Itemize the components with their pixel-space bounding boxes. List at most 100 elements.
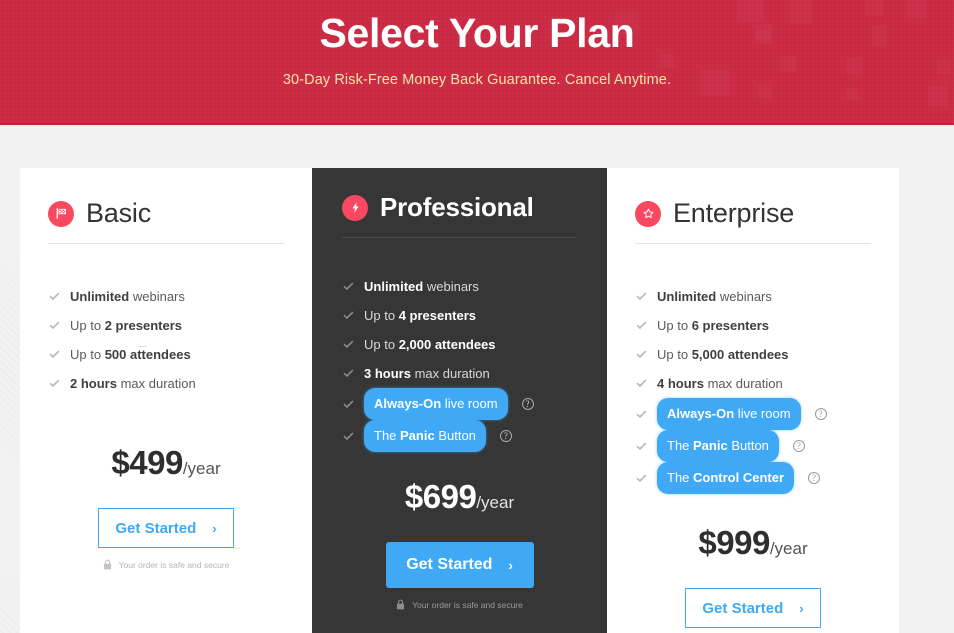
feature-item: The Panic Button?	[635, 430, 871, 462]
plan-name: Enterprise	[673, 198, 795, 228]
feature-highlight-pill[interactable]: Always-On live room	[657, 398, 801, 430]
feature-text: Unlimited webinars	[657, 282, 772, 311]
check-icon	[343, 282, 354, 291]
check-icon	[49, 292, 60, 301]
feature-text: Unlimited webinars	[364, 272, 479, 301]
secure-note-professional: Your order is safe and secure	[342, 599, 577, 610]
render-artifact	[137, 346, 147, 347]
plan-name: Professional	[380, 192, 534, 222]
price-block-professional: $699/year	[342, 478, 577, 516]
header-shadow	[0, 123, 954, 127]
get-started-button-professional[interactable]: Get Started ›	[385, 542, 534, 588]
chevron-right-icon: ›	[212, 520, 217, 536]
feature-lead: The	[667, 470, 694, 485]
feature-item: Up to 6 presenters	[635, 311, 871, 340]
plan-name: Basic	[86, 198, 152, 228]
check-icon	[636, 441, 647, 450]
feature-item: Always-On live room?	[635, 398, 871, 430]
feature-lead: Up to	[364, 337, 399, 352]
get-started-button-basic[interactable]: Get Started ›	[98, 508, 234, 548]
check-icon	[343, 311, 354, 320]
feature-emphasis: Panic	[693, 438, 728, 453]
check-icon	[343, 340, 354, 349]
feature-text: Up to 2 presenters	[70, 311, 182, 340]
plan-header-enterprise: Enterprise	[635, 198, 871, 229]
secure-text: Your order is safe and secure	[118, 559, 230, 570]
feature-item: Up to 2,000 attendees	[342, 330, 577, 359]
get-started-button-enterprise[interactable]: Get Started ›	[685, 588, 821, 628]
help-icon[interactable]: ?	[792, 440, 805, 452]
feature-item: 2 hours max duration	[48, 369, 284, 398]
help-icon[interactable]: ?	[808, 472, 821, 484]
feature-text: 4 hours max duration	[657, 369, 783, 398]
header-decor-square	[846, 88, 858, 100]
feature-rest: webinars	[716, 289, 772, 304]
chevron-right-icon: ›	[799, 600, 804, 616]
feature-highlight-pill[interactable]: The Control Center	[657, 462, 795, 494]
page-header: Select Your Plan 30-Day Risk-Free Money …	[0, 0, 954, 125]
check-icon	[636, 473, 647, 482]
header-decor-square	[928, 86, 948, 106]
feature-rest: webinars	[423, 279, 479, 294]
feature-rest: webinars	[129, 289, 185, 304]
check-icon	[636, 321, 647, 330]
plan-divider	[635, 243, 871, 244]
feature-emphasis: Unlimited	[70, 289, 130, 304]
feature-item: Unlimited webinars	[342, 272, 577, 301]
page-title: Select Your Plan	[319, 10, 635, 56]
feature-lead: The	[374, 428, 401, 443]
feature-highlight-pill[interactable]: The Panic Button	[657, 430, 779, 462]
help-icon[interactable]: ?	[814, 408, 827, 420]
check-icon	[49, 350, 60, 359]
feature-text: 3 hours max duration	[364, 359, 490, 388]
feature-lead: Up to	[657, 318, 692, 333]
feature-highlight-pill[interactable]: The Panic Button	[364, 420, 486, 452]
check-icon	[343, 369, 354, 378]
feature-emphasis: Always-On	[667, 406, 735, 421]
plan-card-basic[interactable]: Basic Unlimited webinars Up to 2 presente…	[20, 168, 312, 633]
plan-price: $999	[698, 524, 770, 561]
feature-emphasis: 3 hours	[364, 366, 411, 381]
plan-price: $499	[111, 444, 183, 481]
feature-emphasis: 500 attendees	[104, 347, 191, 362]
check-icon	[343, 399, 354, 408]
check-icon	[636, 292, 647, 301]
feature-rest: Button	[434, 428, 476, 443]
feature-emphasis: 4 presenters	[398, 308, 477, 323]
feature-lead: Up to	[70, 318, 105, 333]
plan-cards: Basic Unlimited webinars Up to 2 presente…	[0, 125, 954, 633]
feature-lead: The	[667, 438, 694, 453]
feature-list-professional: Unlimited webinars Up to 4 presenters Up t…	[342, 272, 577, 452]
cta-wrap-basic: Get Started › Your order is safe and sec…	[48, 508, 284, 570]
feature-item: Up to 4 presenters	[342, 301, 577, 330]
feature-item: The Control Center?	[635, 462, 871, 494]
check-icon	[636, 379, 647, 388]
help-icon[interactable]: ?	[521, 398, 534, 410]
feature-rest: max duration	[703, 376, 783, 391]
plan-card-enterprise[interactable]: Enterprise Unlimited webinars Up to 6 pre…	[607, 168, 899, 633]
lightning-bolt-icon	[342, 194, 368, 221]
plan-card-professional[interactable]: Professional Unlimited webinars Up to 4 p…	[312, 168, 607, 633]
flag-icon	[48, 200, 74, 227]
feature-rest: max duration	[410, 366, 490, 381]
price-block-enterprise: $999/year	[635, 524, 871, 562]
feature-rest: live room	[441, 396, 498, 411]
plan-header-basic: Basic	[48, 198, 284, 229]
cta-label: Get Started	[702, 599, 784, 617]
feature-emphasis: Unlimited	[364, 279, 424, 294]
feature-item: Up to 5,000 attendees	[635, 340, 871, 369]
feature-text: 2 hours max duration	[70, 369, 196, 398]
help-icon[interactable]: ?	[499, 430, 512, 442]
check-icon	[636, 409, 647, 418]
feature-emphasis: 2 hours	[70, 376, 117, 391]
plan-period: /year	[476, 493, 515, 512]
feature-item: Unlimited webinars	[635, 282, 871, 311]
feature-emphasis: 2,000 attendees	[398, 337, 496, 352]
feature-item: 4 hours max duration	[635, 369, 871, 398]
plan-divider	[342, 237, 577, 238]
cta-label: Get Started	[406, 556, 493, 573]
feature-text: Up to 4 presenters	[364, 301, 476, 330]
check-icon	[49, 321, 60, 330]
feature-text: Up to 2,000 attendees	[364, 330, 496, 359]
feature-highlight-pill[interactable]: Always-On live room	[364, 388, 508, 420]
